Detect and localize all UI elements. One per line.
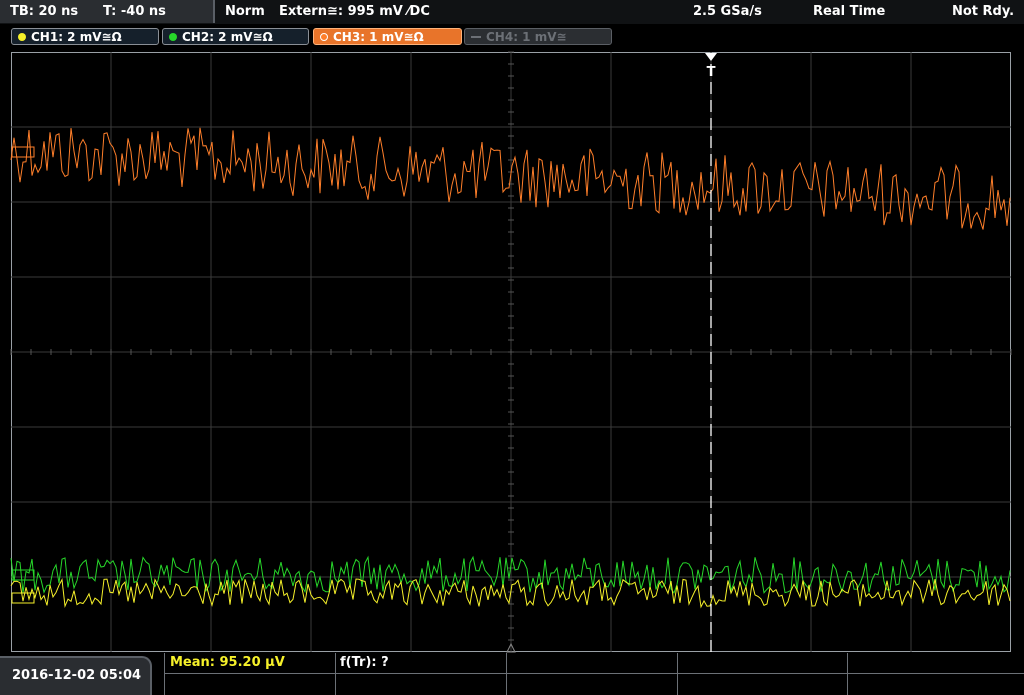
divider xyxy=(164,653,165,695)
datetime-text: 2016-12-02 05:04 xyxy=(12,668,142,683)
datetime-panel: 2016-12-02 05:04 xyxy=(0,656,152,695)
divider xyxy=(335,653,336,695)
trigger-arrow-icon[interactable]: T xyxy=(704,52,718,78)
divider xyxy=(164,673,1024,674)
divider xyxy=(677,653,678,695)
divider xyxy=(847,653,848,695)
measurement-bar xyxy=(0,654,1024,695)
measurement-rise-freq[interactable]: f(Tr): ? xyxy=(340,655,389,671)
trigger-label: T xyxy=(707,65,716,78)
divider xyxy=(506,653,507,695)
measurement-mean[interactable]: Mean: 95.20 µV xyxy=(170,655,285,671)
waveform-graticule xyxy=(10,51,1012,653)
